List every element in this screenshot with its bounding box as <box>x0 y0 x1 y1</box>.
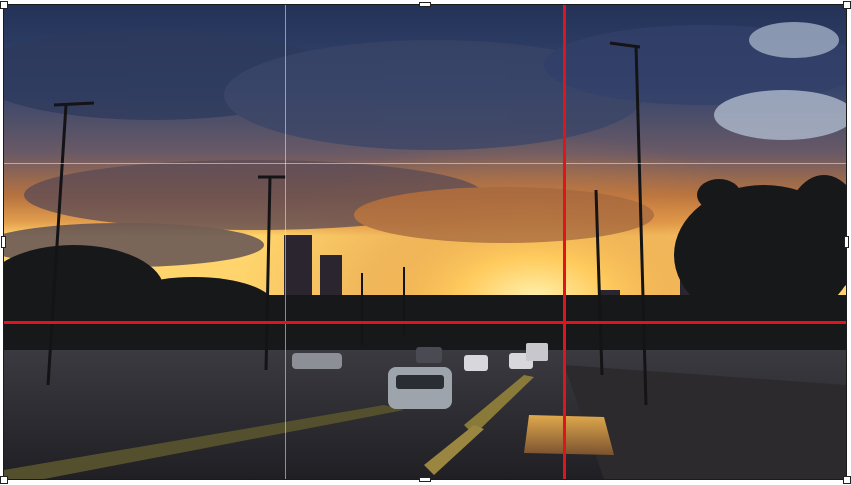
photo-canvas <box>4 5 846 479</box>
puddle-reflection <box>524 415 614 455</box>
sidewalk-right <box>564 365 846 479</box>
crop-frame[interactable] <box>3 4 847 480</box>
grid-line-horizontal-1 <box>4 163 846 164</box>
crop-handle-bottom-left[interactable] <box>0 476 8 484</box>
crop-handle-bottom[interactable] <box>419 477 431 482</box>
crop-editor <box>0 0 851 485</box>
crop-handle-bottom-right[interactable] <box>843 476 851 484</box>
crop-handle-left[interactable] <box>1 236 6 248</box>
horizontal-guide-line[interactable] <box>4 321 846 324</box>
vertical-guide-line[interactable] <box>563 5 566 479</box>
crop-handle-top[interactable] <box>419 2 431 7</box>
grid-line-vertical-1 <box>285 5 286 479</box>
crop-handle-right[interactable] <box>844 236 849 248</box>
crop-handle-top-left[interactable] <box>0 1 8 9</box>
crop-handle-top-right[interactable] <box>843 1 851 9</box>
